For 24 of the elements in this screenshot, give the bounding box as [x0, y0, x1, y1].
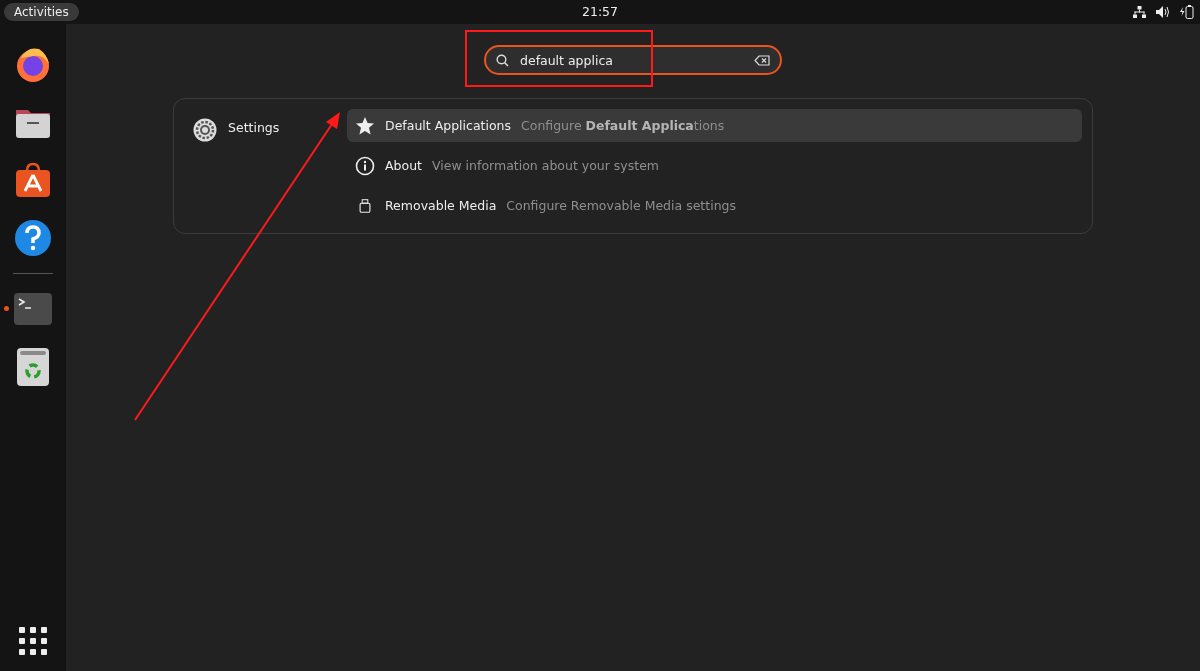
result-title: Removable Media	[385, 198, 497, 213]
help-icon[interactable]	[13, 218, 53, 258]
star-icon	[355, 115, 375, 136]
shopping-bag-icon[interactable]	[13, 160, 53, 200]
search-result-item[interactable]: About View information about your system	[347, 149, 1082, 182]
search-result-item[interactable]: Removable Media Configure Removable Media settings	[347, 189, 1082, 222]
clear-icon[interactable]	[754, 55, 770, 66]
app-grid-icon[interactable]	[19, 627, 47, 655]
result-title: Default Applications	[385, 118, 511, 133]
result-description: Configure Removable Media settings	[506, 198, 736, 213]
settings-icon[interactable]	[193, 118, 217, 142]
result-title: About	[385, 158, 422, 173]
battery-icon[interactable]	[1180, 5, 1194, 19]
search-result-item[interactable]: Default Applications Configure Default Applications	[347, 109, 1082, 142]
activities-button[interactable]: Activities	[4, 3, 79, 21]
provider-name: Settings	[228, 119, 280, 135]
result-description: Configure Default Applications	[521, 118, 725, 133]
result-description: View information about your system	[431, 158, 660, 173]
search-field[interactable]: default applica	[484, 45, 782, 75]
network-icon[interactable]	[1133, 6, 1146, 18]
info-icon	[355, 155, 375, 176]
volume-icon[interactable]	[1156, 6, 1170, 18]
search-icon	[496, 54, 509, 67]
clock[interactable]: 21:57	[582, 4, 618, 19]
